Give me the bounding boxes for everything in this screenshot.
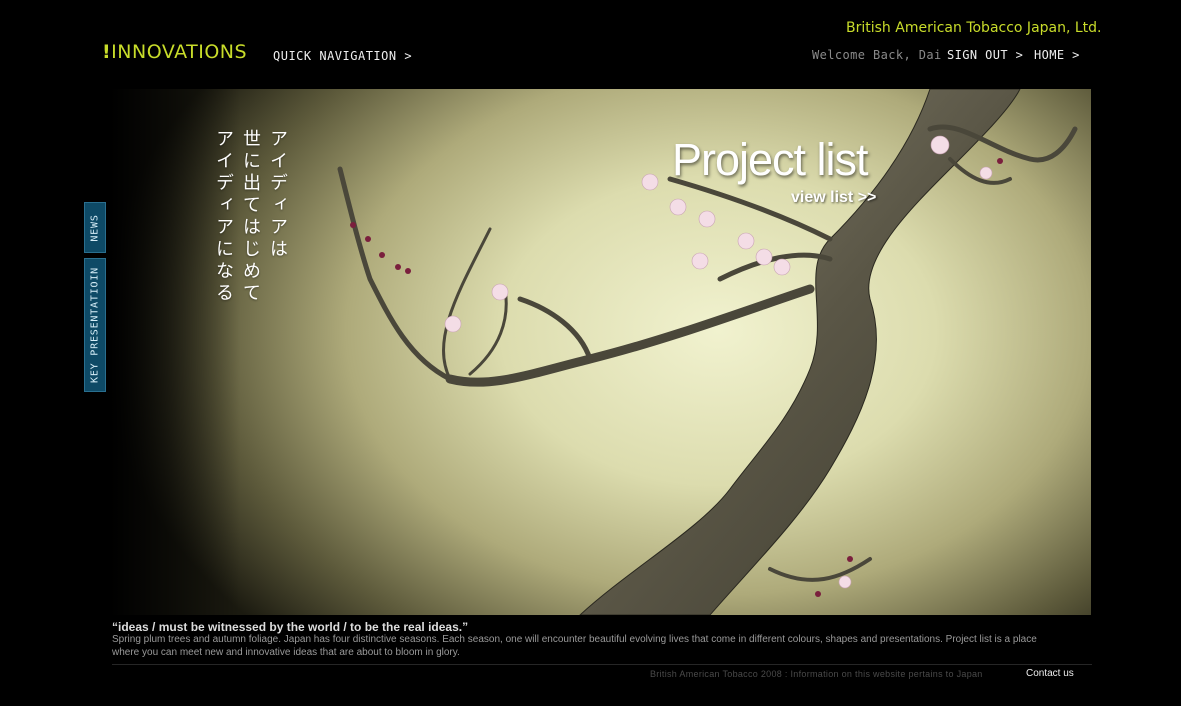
copyright-text: British American Tobacco 2008 : Informat… <box>650 669 983 679</box>
innovations-logo[interactable]: !INNOVATIONS <box>102 41 247 63</box>
poem-line-3: アイディアになる <box>213 129 234 305</box>
logo-text: INNOVATIONS <box>111 41 248 63</box>
home-link[interactable]: HOME > <box>1034 48 1080 62</box>
welcome-message: Welcome Back, Dai <box>812 48 942 62</box>
key-presentation-tab-label: KEY PRESENTATIOIN <box>89 267 101 383</box>
key-presentation-tab[interactable]: KEY PRESENTATIOIN <box>84 258 106 392</box>
contact-us-link[interactable]: Contact us <box>1026 668 1074 679</box>
logo-mark: ! <box>102 41 112 63</box>
poem-line-1: アイディアは <box>267 129 288 261</box>
company-name: British American Tobacco Japan, Ltd. <box>846 20 1102 36</box>
hero-banner: アイディアは 世に出てはじめて アイディアになる Project list vi… <box>110 89 1091 615</box>
sign-out-link[interactable]: SIGN OUT > <box>947 48 1023 62</box>
news-tab-label: NEWS <box>89 213 101 242</box>
project-list-title[interactable]: Project list <box>672 137 869 182</box>
tagline-quote: “ideas / must be witnessed by the world … <box>112 620 469 634</box>
poem-line-2: 世に出てはじめて <box>240 129 261 305</box>
quick-navigation-link[interactable]: QUICK NAVIGATION > <box>273 49 412 63</box>
description-text: Spring plum trees and autumn foliage. Ja… <box>112 634 1037 658</box>
footer-divider <box>112 664 1092 665</box>
view-list-link[interactable]: view list >> <box>791 189 876 207</box>
news-tab[interactable]: NEWS <box>84 202 106 253</box>
